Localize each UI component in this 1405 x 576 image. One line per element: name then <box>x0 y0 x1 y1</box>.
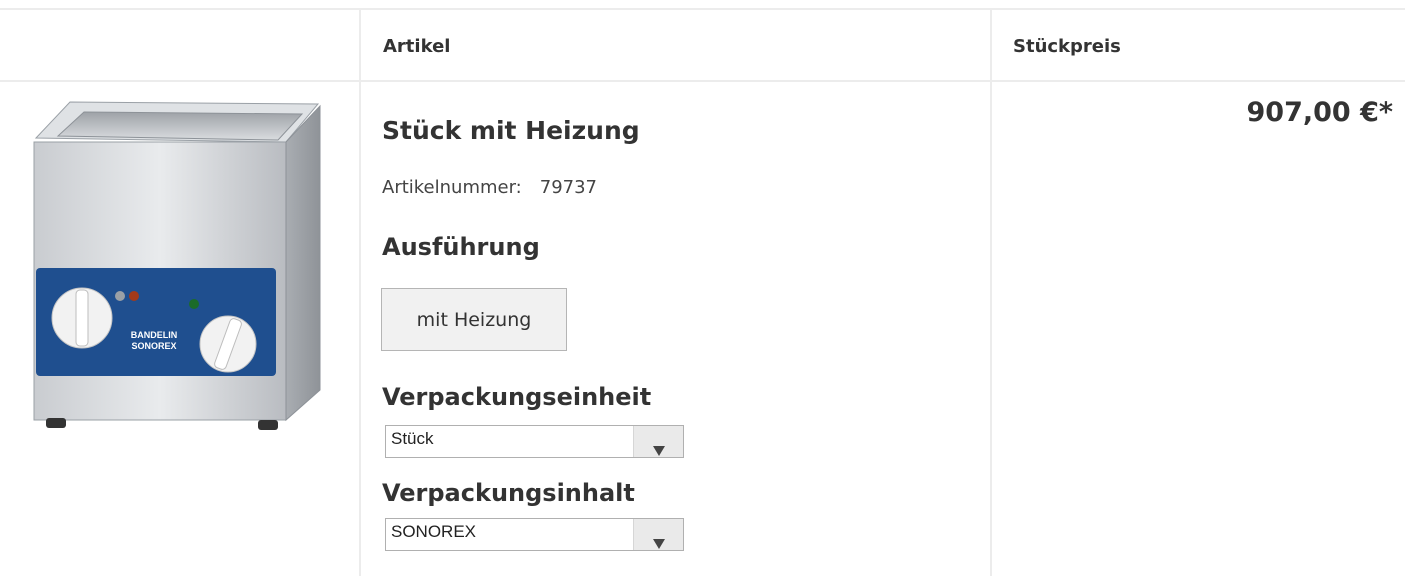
table-top-border <box>0 8 1405 10</box>
packaging-unit-dropdown-toggle[interactable] <box>633 426 683 457</box>
packaging-unit-heading: Verpackungseinheit <box>382 383 652 411</box>
chevron-down-icon <box>652 446 665 456</box>
column-divider-1 <box>359 9 361 576</box>
variant-option-button[interactable]: mit Heizung <box>381 288 567 351</box>
packaging-unit-value: Stück <box>391 429 434 448</box>
packaging-unit-select[interactable]: Stück <box>385 425 684 458</box>
product-title: Stück mit Heizung <box>382 116 640 145</box>
packaging-content-value: SONOREX <box>391 522 477 541</box>
variant-option-label: mit Heizung <box>416 308 532 331</box>
unit-price: 907,00 €* <box>1246 97 1394 128</box>
chevron-down-icon <box>652 539 665 549</box>
ultrasonic-bath-image: BANDELIN SONOREX <box>33 101 321 430</box>
packaging-content-select[interactable]: SONOREX <box>385 518 684 551</box>
article-number-value: 79737 <box>539 177 598 198</box>
table-header-divider <box>0 80 1405 82</box>
article-number-row: Artikelnummer: 79737 <box>382 177 597 198</box>
packaging-content-heading: Verpackungsinhalt <box>382 479 635 507</box>
variant-heading: Ausführung <box>382 233 540 261</box>
column-header-unit-price: Stückpreis <box>1013 36 1121 57</box>
product-image[interactable]: BANDELIN SONOREX <box>28 98 336 434</box>
column-header-article: Artikel <box>383 36 451 57</box>
article-number-label: Artikelnummer: <box>382 177 522 198</box>
column-divider-2 <box>990 9 992 576</box>
packaging-content-dropdown-toggle[interactable] <box>633 519 683 550</box>
svg-text:SONOREX: SONOREX <box>131 341 176 351</box>
svg-text:BANDELIN: BANDELIN <box>131 330 178 340</box>
